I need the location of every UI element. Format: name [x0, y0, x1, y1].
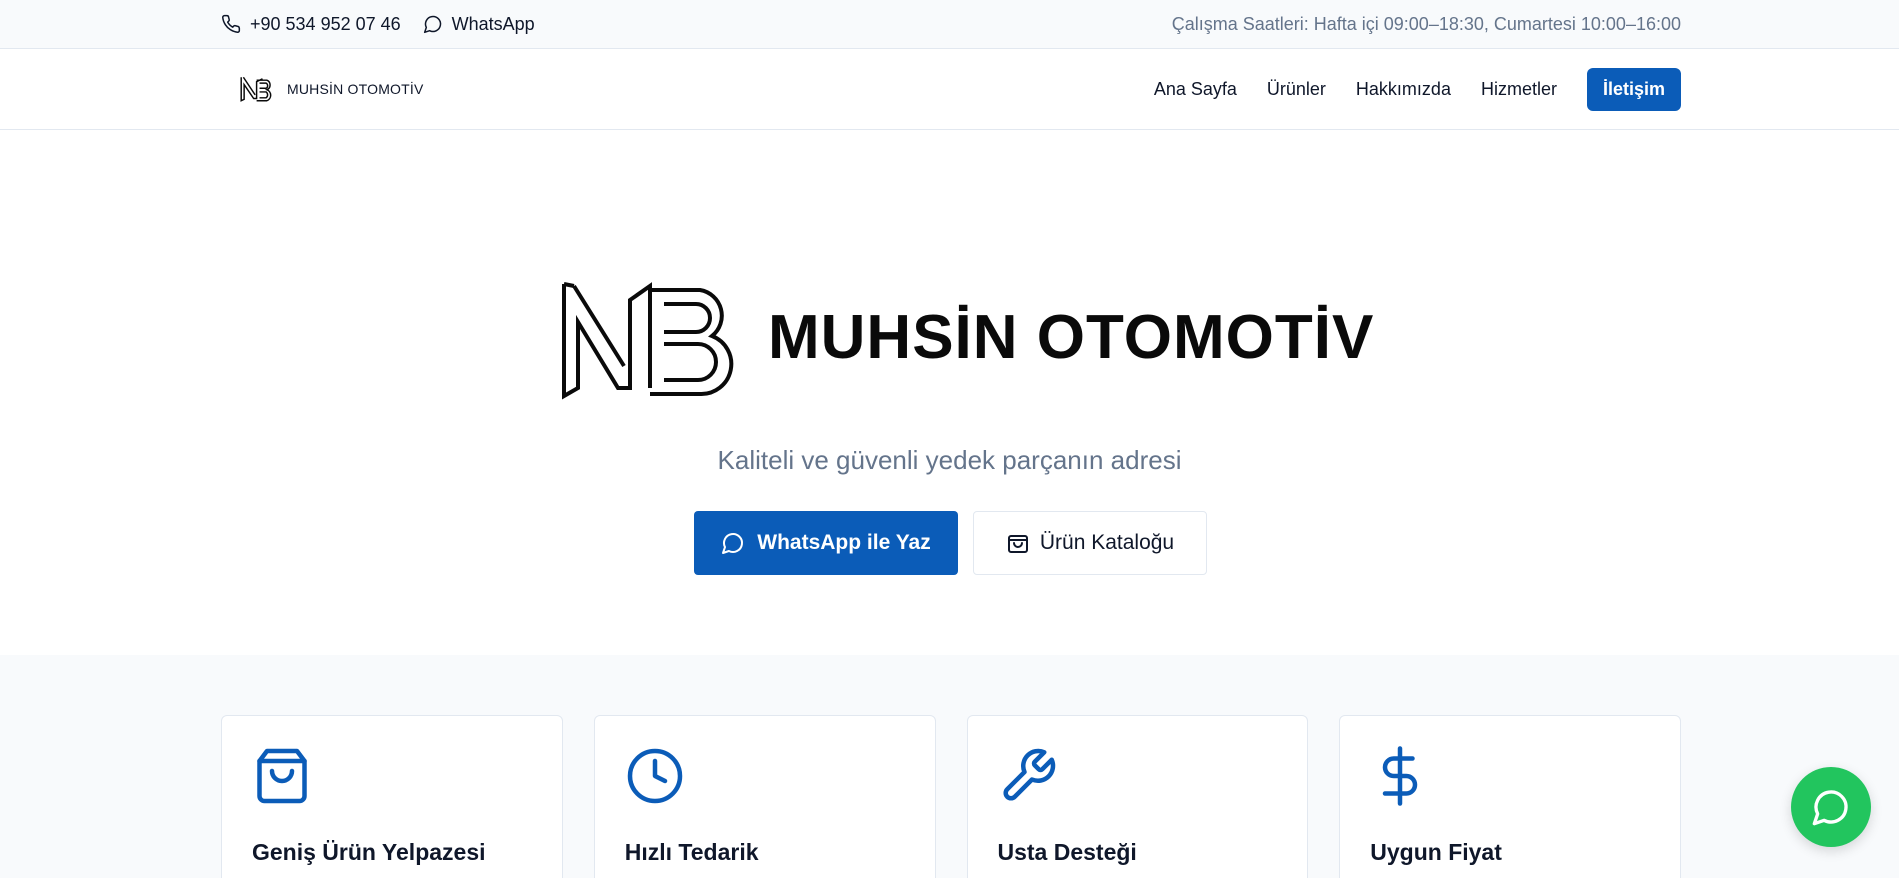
feature-card: Usta Desteği: [966, 715, 1309, 878]
mb-logo-icon: [240, 76, 272, 102]
clock-icon: [627, 748, 682, 804]
nav-ana-sayfa[interactable]: Ana Sayfa: [1154, 79, 1237, 100]
phone-icon: [222, 14, 241, 33]
chat-bubble-icon: [1812, 790, 1848, 826]
chat-bubble-icon: [423, 15, 441, 34]
main-nav: Ana Sayfa Ürünler Hakkımızda Hizmetler İ…: [1154, 67, 1681, 111]
chat-bubble-icon: [722, 533, 744, 554]
whatsapp-write-button[interactable]: WhatsApp ile Yaz: [694, 511, 958, 575]
feature-title: Usta Desteği: [997, 839, 1137, 865]
dollar-icon: [1383, 746, 1418, 806]
hero-actions: WhatsApp ile Yaz Ürün Kataloğu: [694, 511, 1207, 575]
site-header: MUHSİN OTOMOTİV Ana Sayfa Ürünler Hakkım…: [0, 49, 1899, 130]
hero-tagline: Kaliteli ve güvenli yedek parçanın adres…: [717, 445, 1182, 475]
feature-title: Geniş Ürün Yelpazesi: [252, 839, 486, 865]
product-catalog-label: Ürün Kataloğu: [1039, 531, 1175, 554]
whatsapp-link[interactable]: WhatsApp: [423, 14, 535, 35]
whatsapp-label: WhatsApp: [451, 13, 535, 34]
header-logo[interactable]: MUHSİN OTOMOTİV: [239, 74, 424, 104]
feature-card: Uygun Fiyat: [1339, 715, 1681, 878]
feature-title: Uygun Fiyat: [1370, 839, 1502, 865]
shopping-bag-icon: [257, 748, 307, 804]
hero-logo: MUHSİN OTOMOTİV: [560, 280, 1374, 400]
shopping-bag-icon: [1007, 535, 1028, 553]
features-section: Geniş Ürün Yelpazesi Hızlı Tedarik Usta …: [0, 655, 1899, 878]
header-brand-name: MUHSİN OTOMOTİV: [287, 81, 424, 97]
floating-whatsapp-button[interactable]: [1791, 767, 1871, 847]
nav-hakkimizda[interactable]: Hakkımızda: [1356, 79, 1451, 100]
feature-card: Hızlı Tedarik: [593, 715, 936, 878]
nav-iletisim-button[interactable]: İletişim: [1586, 67, 1681, 111]
nav-hizmetler[interactable]: Hizmetler: [1481, 79, 1557, 100]
hero-brand-name: MUHSİN OTOMOTİV: [768, 302, 1375, 372]
mb-logo-large-icon: [562, 282, 734, 400]
whatsapp-write-label: WhatsApp ile Yaz: [757, 531, 931, 554]
hero-section: MUHSİN OTOMOTİV Kaliteli ve güvenli yede…: [0, 130, 1899, 655]
feature-title: Hızlı Tedarik: [624, 839, 759, 865]
feature-card: Geniş Ürün Yelpazesi: [221, 715, 563, 878]
phone-number: +90 534 952 07 46: [250, 13, 401, 34]
nav-urunler[interactable]: Ürünler: [1267, 79, 1326, 100]
product-catalog-button[interactable]: Ürün Kataloğu: [973, 511, 1207, 575]
phone-link[interactable]: +90 534 952 07 46: [221, 14, 401, 35]
top-info-bar: +90 534 952 07 46 WhatsApp Çalışma Saatl…: [0, 0, 1899, 49]
wrench-icon: [1002, 748, 1055, 801]
working-hours: Çalışma Saatleri: Hafta içi 09:00–18:30,…: [1171, 13, 1681, 34]
